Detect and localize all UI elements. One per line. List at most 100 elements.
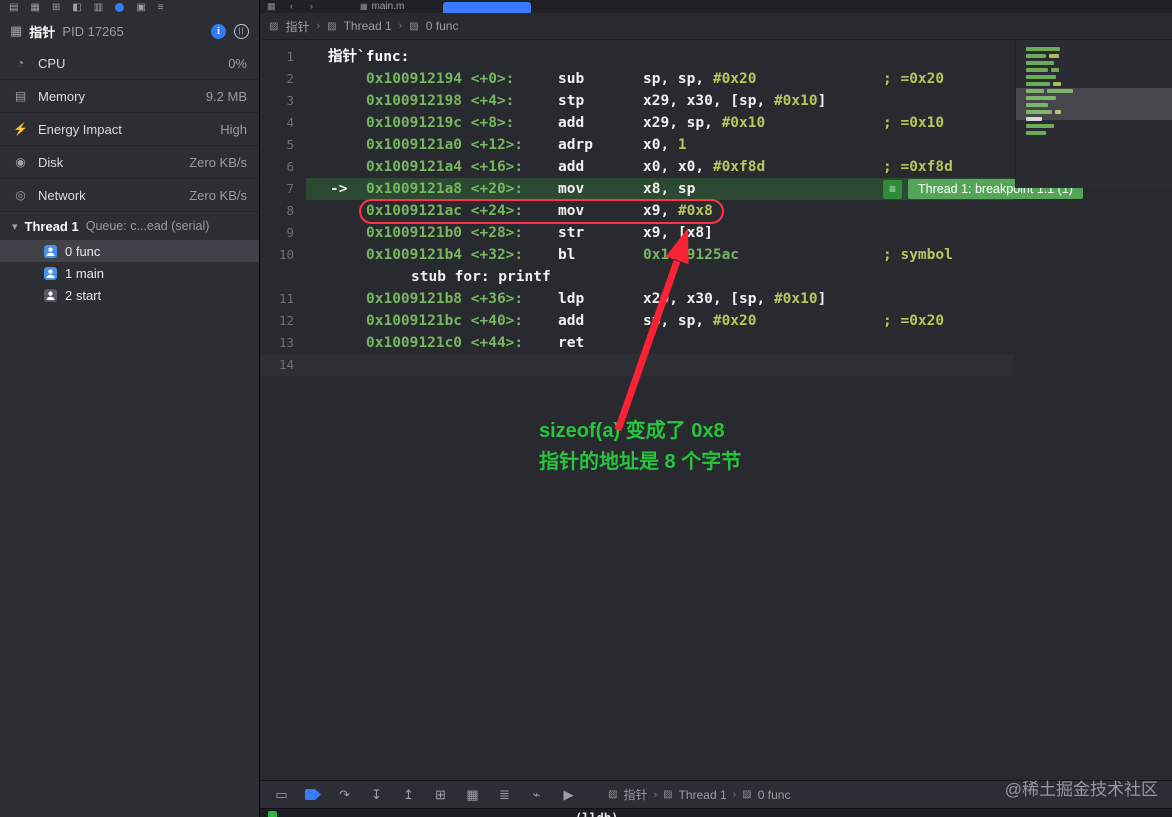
xcode-window: ▤ ▦ ⊞ ◧ ▥ ▣ ≡ ▦ 指针 PID 17265 i || ◔ CPU 0% ▤ M… — [0, 0, 1172, 817]
line-number[interactable]: 7 — [260, 178, 306, 200]
code-line[interactable]: 4 0x10091219c <+8>: add x29, sp, #0x10; =0x… — [260, 112, 1013, 134]
view-hierarchy-icon[interactable]: ⊞ — [432, 788, 449, 801]
instruction-comment: ; =0x20 — [883, 313, 945, 329]
instruction-address: 0x100912194 <+0>: — [366, 71, 515, 87]
tab-active-disassembly[interactable] — [443, 2, 531, 13]
info-icon[interactable]: i — [211, 23, 226, 39]
process-stats: ◔ CPU 0% ▤ Memory 9.2 MB ⚡ Energy Impact… — [0, 47, 259, 212]
operand: ] — [817, 93, 827, 109]
minimap-line — [1049, 54, 1059, 58]
code-line[interactable]: 9 0x1009121b0 <+28>: str x9, [x8] — [260, 222, 1013, 244]
forward-icon[interactable]: › — [310, 0, 313, 13]
navigator-tests-icon[interactable]: ▥ — [94, 2, 103, 13]
breadcrumb-item[interactable]: 指针 — [285, 18, 309, 35]
stat-row-disk[interactable]: ◉ Disk Zero KB/s — [0, 146, 259, 179]
stack-frames: 0 func 1 main 2 start — [0, 240, 259, 306]
step-into-icon[interactable]: ↧ — [368, 788, 385, 801]
line-number[interactable]: 12 — [260, 310, 306, 332]
pc-arrow — [306, 244, 366, 266]
code-line[interactable]: 3 0x100912198 <+4>: stp x29, x30, [sp, #0x1… — [260, 90, 1013, 112]
breadcrumb-item[interactable]: 指针 — [623, 786, 647, 803]
line-number[interactable]: 14 — [260, 354, 306, 376]
code-line[interactable]: 7 -> 0x1009121a8 <+20>: mov x8, sp ≡ Thread 1:… — [260, 178, 1083, 200]
stat-row-memory[interactable]: ▤ Memory 9.2 MB — [0, 80, 259, 113]
back-icon[interactable]: ‹ — [290, 0, 293, 13]
code-line[interactable]: 2 0x100912194 <+0>: sub sp, sp, #0x20; =0x2… — [260, 68, 1013, 90]
code-line[interactable]: 10 0x1009121b4 <+32>: bl 0x1009125ac ; symbo… — [260, 244, 1013, 266]
step-over-icon[interactable]: ↷ — [336, 788, 353, 801]
instruction-comment: ; =0x10 — [883, 115, 945, 131]
breadcrumb-item[interactable]: 0 func — [758, 788, 791, 802]
instruction-operands: x0, 1 — [643, 134, 883, 156]
instruction-address: 0x100912198 <+4>: — [366, 93, 515, 109]
pause-icon[interactable]: || — [234, 23, 249, 39]
line-number[interactable]: 5 — [260, 134, 306, 156]
line-number[interactable]: 2 — [260, 68, 306, 90]
simulate-location-icon[interactable]: ▶ — [560, 788, 577, 801]
line-number[interactable]: 13 — [260, 332, 306, 354]
hide-debug-area-icon[interactable]: ▭ — [273, 788, 290, 801]
navigator-find-icon[interactable]: ⊞ — [52, 2, 60, 13]
code-line[interactable]: 14 — [260, 354, 1013, 376]
stack-frame-2 start[interactable]: 2 start — [0, 284, 259, 306]
line-number[interactable] — [260, 266, 306, 288]
stack-frame-1 main[interactable]: 1 main — [0, 262, 259, 284]
stack-frame-0 func[interactable]: 0 func — [0, 240, 259, 262]
disk-icon: ◉ — [15, 155, 26, 169]
navigator-reports-icon[interactable]: ≡ — [158, 2, 164, 13]
code-line[interactable]: 5 0x1009121a0 <+12>: adrp x0, 1 — [260, 134, 1013, 156]
line-number[interactable]: 11 — [260, 288, 306, 310]
breadcrumb-item[interactable]: Thread 1 — [344, 19, 392, 33]
code-line[interactable]: 6 0x1009121a4 <+16>: add x0, x0, #0xf8d; =0… — [260, 156, 1013, 178]
thread-header[interactable]: ▾ Thread 1 Queue: c...ead (serial) — [0, 212, 259, 240]
line-number[interactable]: 4 — [260, 112, 306, 134]
operand: x9, [x8] — [643, 225, 713, 241]
navigator-symbols-icon[interactable]: ▦ — [30, 2, 39, 13]
stat-row-energy[interactable]: ⚡ Energy Impact High — [0, 113, 259, 146]
navigator-breakpoints-icon[interactable]: ▣ — [136, 2, 145, 13]
environment-overrides-icon[interactable]: ≣ — [496, 788, 513, 801]
line-number[interactable]: 10 — [260, 244, 306, 266]
stat-row-network[interactable]: ◎ Network Zero KB/s — [0, 179, 259, 212]
breakpoint-eq-icon: ≡ — [883, 179, 902, 199]
navigator-debug-icon[interactable] — [115, 3, 125, 12]
line-number[interactable]: 8 — [260, 200, 306, 222]
code-line[interactable]: stub for: printf — [260, 266, 1013, 288]
breadcrumb-item[interactable]: Thread 1 — [679, 788, 727, 802]
person-icon — [44, 266, 57, 280]
line-number[interactable]: 6 — [260, 156, 306, 178]
related-items-icon[interactable]: ▦ — [267, 0, 276, 13]
process-row[interactable]: ▦ 指针 PID 17265 i || — [0, 15, 259, 47]
stat-row-cpu[interactable]: ◔ CPU 0% — [0, 47, 259, 80]
line-number[interactable]: 1 — [260, 46, 306, 68]
line-number[interactable]: 9 — [260, 222, 306, 244]
instruction-address: 0x1009121ac <+24>: — [366, 203, 524, 219]
minimap[interactable] — [1015, 40, 1172, 188]
pc-arrow — [306, 288, 366, 310]
instruments-icon[interactable]: ⌁ — [528, 788, 545, 801]
pc-arrow — [306, 112, 366, 134]
code-line[interactable]: 13 0x1009121c0 <+44>: ret — [260, 332, 1013, 354]
chevron-right-icon: › — [732, 788, 737, 801]
memory-icon: ▤ — [14, 89, 27, 103]
memory-graph-icon[interactable]: ▦ — [464, 788, 481, 801]
operand: x8, sp — [643, 181, 696, 197]
breakpoints-toggle-icon[interactable] — [305, 789, 321, 800]
operand: #0x20 — [712, 313, 757, 329]
navigator-project-icon[interactable]: ▤ — [9, 2, 18, 13]
stat-label: CPU — [38, 55, 66, 71]
chevron-down-icon[interactable]: ▾ — [12, 220, 18, 233]
minimap-viewport[interactable] — [1016, 88, 1172, 120]
code-line[interactable]: 8 0x1009121ac <+24>: mov x9, #0x8 — [260, 199, 1013, 224]
breadcrumb-item[interactable]: 0 func — [426, 19, 459, 33]
annotation-text: sizeof(a) 变成了 0x8 指针的地址是 8 个字节 — [539, 416, 741, 478]
code-line[interactable]: 1 指针`func: — [260, 46, 1013, 68]
code-line[interactable]: 11 0x1009121b8 <+36>: ldp x29, x30, [sp, #0… — [260, 288, 1013, 310]
navigator-issues-icon[interactable]: ◧ — [72, 2, 81, 13]
line-number[interactable]: 3 — [260, 90, 306, 112]
tab-main-m[interactable]: ▦ main.m — [360, 0, 404, 13]
step-out-icon[interactable]: ↥ — [400, 788, 417, 801]
document-icon: ▦ — [360, 2, 368, 11]
code-line[interactable]: 12 0x1009121bc <+40>: add sp, sp, #0x20; =0… — [260, 310, 1013, 332]
minimap-line — [1026, 47, 1060, 51]
